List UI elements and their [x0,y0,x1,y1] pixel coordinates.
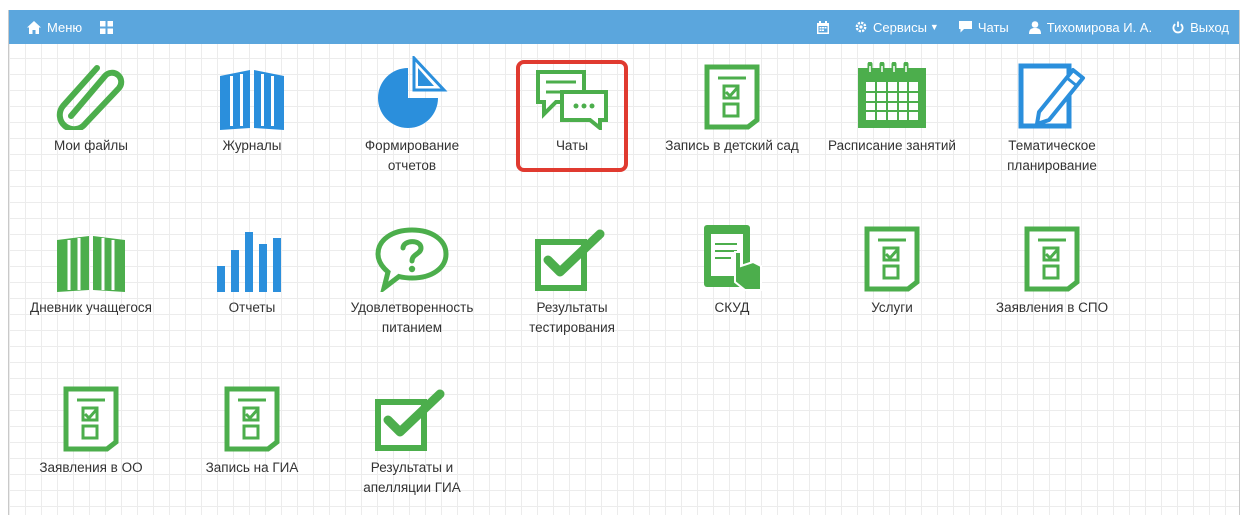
top-navbar: Меню Сервисы ▼ Чаты Тихомирова И. А. Вых… [9,10,1239,44]
tile-services[interactable]: Услуги [822,222,962,318]
power-icon [1172,21,1184,33]
pie-chart-icon [378,56,448,128]
tile-label: Мои файлы [54,138,128,153]
caret-down-icon: ▼ [929,22,939,32]
chats-link[interactable]: Чаты [958,19,1009,35]
tablet-hand-icon [704,225,762,291]
tile-gia-results-appeals[interactable]: Результаты и апелляции ГИА [342,382,482,498]
tile-student-diary[interactable]: Дневник учащегося [21,222,161,318]
calendar-grid-icon [858,62,926,128]
form-document-icon [63,386,119,452]
logout-label: Выход [1190,19,1229,35]
chats-highlight-frame [516,60,628,172]
bar-chart-icon [217,232,281,292]
tile-test-results[interactable]: Результаты тестирования [502,222,642,338]
tile-label: Заявления в СПО [995,300,1109,315]
question-bubble-icon [375,227,449,292]
app-frame: Меню Сервисы ▼ Чаты Тихомирова И. А. Вых… [8,10,1240,515]
form-document-icon [704,64,760,130]
tile-my-files[interactable]: Мои файлы [21,60,161,156]
tile-label: Заявления в ОО [39,460,143,475]
services-label: Сервисы [873,19,927,35]
checkbox-icon [375,389,445,451]
tile-gia-enrollment[interactable]: Запись на ГИА [182,382,322,478]
logout-button[interactable]: Выход [1172,20,1229,35]
grid-view-button[interactable] [100,20,119,34]
form-document-icon [1024,226,1080,292]
tile-journals[interactable]: Журналы [182,60,322,156]
services-dropdown[interactable]: Сервисы ▼ [855,20,939,35]
user-icon [1028,20,1041,34]
open-book-icon [57,236,125,292]
tile-label: Дневник учащегося [30,300,152,315]
tile-label: СКУД [714,300,750,315]
home-icon [27,20,41,34]
tile-report-generation[interactable]: Формирование отчетов [342,56,482,176]
tile-label: Запись в детский сад [665,138,799,153]
tile-label: Удовлетворенность питанием [350,300,474,335]
tile-label: Результаты и апелляции ГИА [363,460,461,495]
tile-food-satisfaction[interactable]: Удовлетворенность питанием [342,222,482,338]
pencil-document-icon [1018,63,1085,129]
chats-label: Чаты [977,19,1009,35]
tile-thematic-planning[interactable]: Тематическое планирование [982,60,1122,176]
user-label: Тихомирова И. А. [1046,19,1153,35]
checkbox-icon [535,229,605,291]
tile-reports[interactable]: Отчеты [182,222,322,318]
comment-icon [958,21,972,33]
calendar-icon [817,20,830,34]
tile-skud[interactable]: СКУД [662,222,802,318]
tile-label: Услуги [871,300,913,315]
tile-label: Отчеты [228,300,276,315]
tile-class-schedule[interactable]: Расписание занятий [822,60,962,156]
form-document-icon [224,386,280,452]
book-icon [220,70,284,130]
tile-label: Расписание занятий [828,138,956,153]
tile-spo-applications[interactable]: Заявления в СПО [982,222,1122,318]
tile-label: Формирование отчетов [364,138,460,173]
grid-icon [100,20,114,34]
menu-label: Меню [47,19,83,35]
form-document-icon [864,226,920,292]
tile-label: Журналы [222,138,282,153]
tile-kindergarten-enrollment[interactable]: Запись в детский сад [662,60,802,156]
paperclip-icon [56,65,125,130]
tile-oo-applications[interactable]: Заявления в ОО [21,382,161,478]
user-menu[interactable]: Тихомирова И. А. [1028,19,1153,35]
menu-button[interactable]: Меню [27,20,82,35]
tile-label: Результаты тестирования [529,300,615,335]
tile-label: Тематическое планирование [1007,138,1097,173]
tile-label: Запись на ГИА [205,460,299,475]
calendar-button[interactable] [817,20,835,34]
gear-icon [855,21,867,33]
